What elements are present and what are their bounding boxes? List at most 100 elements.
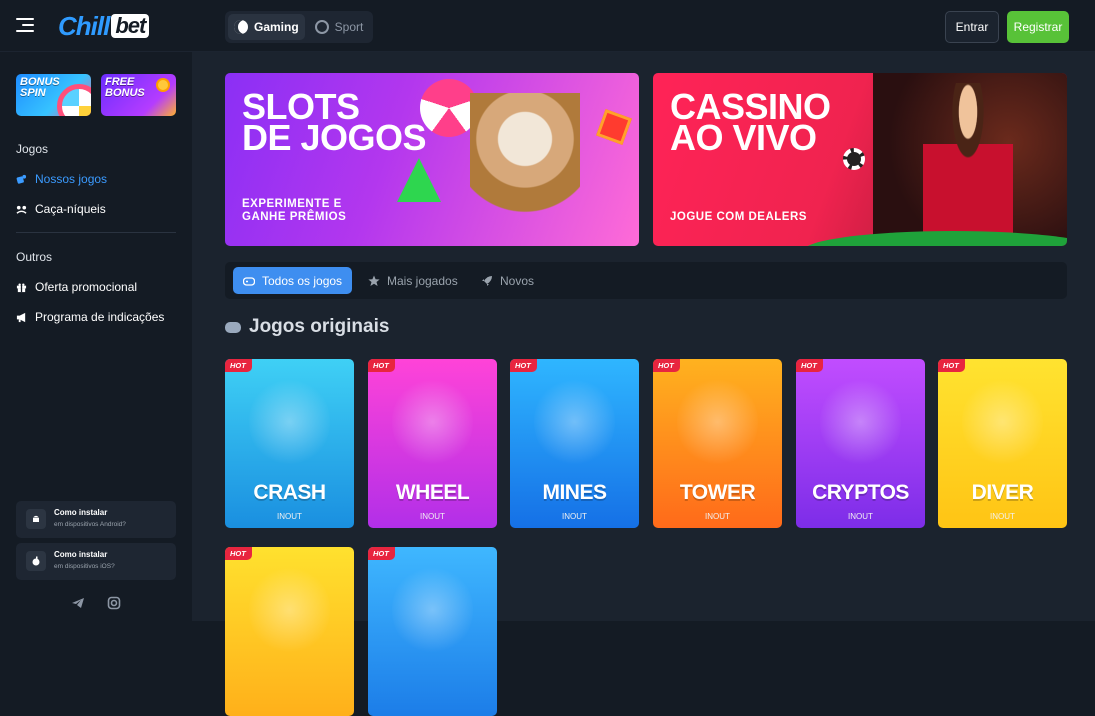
banner-slots-title-line2: DE JOGOS bbox=[242, 117, 427, 158]
game-filter-tabs: Todos os jogos Mais jogados Novos bbox=[225, 262, 1067, 299]
game-card-art bbox=[249, 377, 330, 467]
banner-live-subtitle: JOGUE COM DEALERS bbox=[670, 211, 807, 223]
zeus-character bbox=[470, 93, 580, 246]
game-card-art bbox=[249, 565, 330, 655]
banner-slots[interactable]: SLOTS DE JOGOS EXPERIMENTE E GANHE PRÊMIOS bbox=[225, 73, 639, 246]
main-content: SLOTS DE JOGOS EXPERIMENTE E GANHE PRÊMIOS… bbox=[192, 52, 1095, 716]
soccer-ball-icon bbox=[314, 20, 329, 34]
game-card-provider: INOUT bbox=[420, 512, 445, 521]
promo-bonus-spin[interactable]: BONUS SPIN bbox=[16, 74, 91, 116]
banner-live-title: CASSINO AO VIVO bbox=[670, 89, 831, 156]
game-card[interactable]: HOT MINES INOUT bbox=[510, 359, 639, 528]
sidebar-item-our-games-label: Nossos jogos bbox=[35, 172, 108, 186]
sidebar-item-our-games[interactable]: Nossos jogos bbox=[16, 172, 107, 186]
section-title-text: Jogos originais bbox=[249, 316, 390, 337]
install-ios-button[interactable]: Como instalar em dispositivos iOS? bbox=[16, 543, 176, 580]
game-card[interactable]: HOT CRYPTOS INOUT bbox=[796, 359, 925, 528]
android-icon bbox=[26, 509, 46, 529]
dice-icon bbox=[16, 174, 27, 184]
game-card[interactable]: HOT WHEEL INOUT bbox=[368, 359, 497, 528]
game-card-title: CRYPTOS bbox=[812, 481, 909, 504]
install-android-title: Como instalar bbox=[54, 508, 108, 517]
sidebar-item-referral[interactable]: Programa de indicações bbox=[16, 310, 164, 324]
instagram-icon[interactable] bbox=[107, 596, 121, 610]
wheel-icon bbox=[57, 84, 91, 116]
game-card[interactable]: HOT CRASH INOUT bbox=[225, 359, 354, 528]
tab-most-played-label: Mais jogados bbox=[387, 273, 458, 288]
game-card-art bbox=[820, 377, 901, 467]
tab-all-games[interactable]: Todos os jogos bbox=[233, 267, 353, 294]
game-card-provider: INOUT bbox=[990, 512, 1015, 521]
banner-slots-title: SLOTS DE JOGOS bbox=[242, 89, 427, 156]
game-card-provider: INOUT bbox=[277, 512, 302, 521]
gamepad-icon bbox=[225, 321, 241, 333]
game-card-title: CRASH bbox=[253, 481, 326, 504]
hot-badge: HOT bbox=[225, 359, 252, 372]
star-icon bbox=[368, 275, 380, 286]
banner-live-title-line2: AO VIVO bbox=[670, 117, 817, 158]
sidebar-item-slots-label: Caça-níqueis bbox=[35, 202, 106, 216]
sidebar-item-promo-offer-label: Oferta promocional bbox=[35, 280, 138, 294]
green-gem-icon bbox=[397, 158, 441, 202]
game-card-provider: INOUT bbox=[562, 512, 587, 521]
sidebar-item-promo-offer[interactable]: Oferta promocional bbox=[16, 280, 137, 294]
section-other-heading: Outros bbox=[16, 250, 53, 264]
hot-badge: HOT bbox=[510, 359, 537, 372]
tab-most-played[interactable]: Mais jogados bbox=[358, 267, 468, 294]
register-button[interactable]: Registrar bbox=[1007, 11, 1069, 43]
tab-sport[interactable]: Sport bbox=[309, 14, 370, 40]
promo-bonus-spin-label: BONUS SPIN bbox=[20, 77, 60, 99]
red-gem-icon bbox=[596, 109, 632, 145]
dealer-character bbox=[923, 83, 1013, 243]
game-card-provider: INOUT bbox=[705, 512, 730, 521]
logo-text-chill: Chill bbox=[58, 10, 110, 41]
tab-all-games-label: Todos os jogos bbox=[262, 273, 343, 288]
game-card-title: WHEEL bbox=[395, 481, 470, 504]
promo-bonus-spin-line2: SPIN bbox=[20, 87, 46, 99]
sidebar-item-slots[interactable]: Caça-níqueis bbox=[16, 202, 106, 216]
tab-gaming-label: Gaming bbox=[254, 20, 299, 34]
tab-gaming[interactable]: Gaming bbox=[228, 14, 305, 40]
tab-new[interactable]: Novos bbox=[471, 267, 544, 294]
install-android-subtitle: em dispositivos Android? bbox=[54, 521, 126, 528]
banner-slots-subtitle-line2: GANHE PRÊMIOS bbox=[242, 211, 347, 223]
install-android-button[interactable]: Como instalar em dispositivos Android? bbox=[16, 501, 176, 538]
game-card-art bbox=[534, 377, 615, 467]
sidebar-item-referral-label: Programa de indicações bbox=[35, 310, 165, 324]
hot-badge: HOT bbox=[653, 359, 680, 372]
game-card[interactable]: HOT TOWER INOUT bbox=[653, 359, 782, 528]
logo[interactable]: Chill bet bbox=[58, 10, 150, 41]
game-card-art bbox=[677, 377, 758, 467]
game-card[interactable]: HOT DIVER INOUT bbox=[938, 359, 1067, 528]
game-card[interactable]: HOT bbox=[225, 547, 354, 716]
banner-slots-subtitle: EXPERIMENTE E GANHE PRÊMIOS bbox=[242, 198, 346, 224]
poker-chip-icon bbox=[843, 148, 865, 170]
tab-new-label: Novos bbox=[500, 273, 535, 288]
mode-switcher: Gaming Sport bbox=[225, 11, 373, 43]
login-button[interactable]: Entrar bbox=[945, 11, 999, 43]
game-card-title: MINES bbox=[542, 481, 607, 504]
coin-icon bbox=[156, 78, 170, 92]
section-original-games-title: Jogos originais bbox=[225, 316, 389, 338]
hot-badge: HOT bbox=[368, 359, 395, 372]
top-bar: Chill bet Gaming Sport Entrar Registrar bbox=[0, 0, 1095, 52]
gaming-icon bbox=[234, 20, 248, 34]
sidebar: BONUS SPIN FREE BONUS Jogos Nossos jogos C… bbox=[0, 52, 192, 621]
rocket-icon bbox=[482, 275, 492, 286]
hot-badge: HOT bbox=[368, 547, 395, 560]
banner-live-casino[interactable]: CASSINO AO VIVO JOGUE COM DEALERS bbox=[653, 73, 1067, 246]
logo-text-bet: bet bbox=[111, 14, 150, 38]
telegram-icon[interactable] bbox=[71, 596, 85, 610]
megaphone-icon bbox=[16, 312, 26, 322]
hamburger-menu-icon[interactable] bbox=[16, 18, 34, 34]
game-card-art bbox=[962, 377, 1043, 467]
game-card-title: TOWER bbox=[679, 481, 756, 504]
poker-table bbox=[803, 231, 1067, 246]
game-card[interactable]: HOT bbox=[368, 547, 497, 716]
hot-badge: HOT bbox=[796, 359, 823, 372]
hot-badge: HOT bbox=[938, 359, 965, 372]
game-card-art bbox=[392, 377, 473, 467]
promo-free-bonus[interactable]: FREE BONUS bbox=[101, 74, 176, 116]
promo-free-bonus-label: FREE BONUS bbox=[105, 77, 145, 99]
game-card-title: DIVER bbox=[971, 481, 1034, 504]
